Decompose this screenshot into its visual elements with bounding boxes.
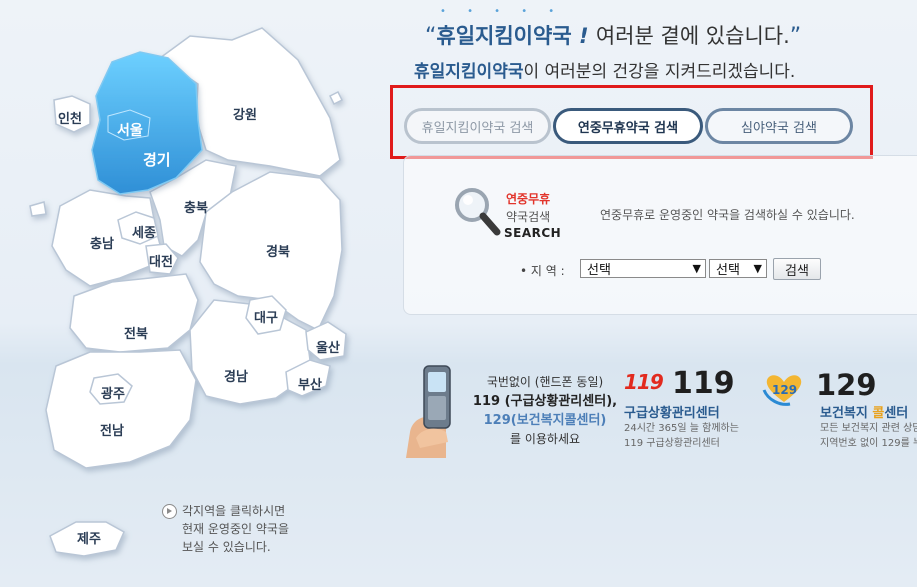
slogan-text: 여러분 곁에 있습니다. <box>595 24 790 48</box>
region-field-label: • 지 역 : <box>520 264 565 278</box>
chevron-down-icon: ▼ <box>692 262 701 275</box>
desc-129-line-1: 모든 보건복지 관련 상담 <box>820 423 917 434</box>
region-label-jeonbuk[interactable]: 전북 <box>124 323 148 342</box>
phone-in-hand-icon <box>406 365 451 458</box>
decorative-dots: • • • • • <box>440 6 564 17</box>
region-label-jeju[interactable]: 제주 <box>77 528 101 547</box>
title-129-part-b: 콜 <box>872 406 885 421</box>
region-label-seoul[interactable]: 서울 <box>117 120 143 140</box>
map-note-line-3: 보실 수 있습니다. <box>182 540 271 554</box>
logo-129-icon: 129 <box>762 375 802 406</box>
region-label-gwangju[interactable]: 광주 <box>101 383 125 402</box>
guide-line-3: 129(보건복지콜센터) <box>483 413 607 428</box>
slogan-sub: 휴일지킴이약국이 여러분의 건강을 지켜드리겠습니다. <box>414 57 795 82</box>
search-description: 연중무휴로 운영중인 약국을 검색하실 수 있습니다. <box>600 208 855 222</box>
guide-line-2: 119 (구급상황관리센터), <box>472 394 618 409</box>
guide-line-4: 를 이용하세요 <box>509 432 581 446</box>
region-label-chungbuk[interactable]: 충북 <box>184 197 208 216</box>
slogan-brand: 휴일지킴이약국 <box>436 24 572 48</box>
region-label-jeonnam[interactable]: 전남 <box>100 420 124 439</box>
region-label-daegu[interactable]: 대구 <box>254 307 278 326</box>
title-119: 구급상황관리센터 <box>624 406 720 421</box>
region-label-gangwon[interactable]: 강원 <box>233 104 257 123</box>
title-129-part-c: 센터 <box>884 406 909 421</box>
map-svg <box>29 27 347 557</box>
region-label-sejong[interactable]: 세종 <box>132 222 156 241</box>
search-title-en: SEARCH <box>504 226 562 240</box>
region-label-chungnam[interactable]: 충남 <box>90 233 114 252</box>
region-label-gyeongbuk[interactable]: 경북 <box>266 241 290 260</box>
desc-119-line-2: 119 구급상황관리센터 <box>624 438 720 449</box>
region-label-gyeonggi[interactable]: 경기 <box>143 149 171 170</box>
title-129-part-a: 보건복지 <box>820 406 873 421</box>
magnifier-icon <box>455 188 501 236</box>
korea-region-map: 인천 서울 경기 강원 충북 충남 세종 대전 경북 대구 전북 울산 경남 부… <box>0 0 390 587</box>
district-select[interactable]: 선택 ▼ <box>709 259 767 278</box>
slogan-exclaim: ! <box>571 24 596 48</box>
region-label-busan[interactable]: 부산 <box>298 374 322 393</box>
region-label-gyeongnam[interactable]: 경남 <box>224 366 248 385</box>
desc-119-line-1: 24시간 365일 늘 함께하는 <box>624 423 739 434</box>
desc-129-line-2: 지역번호 없이 129를 누 <box>820 438 917 449</box>
emergency-number-guide: 국번없이 (핸드폰 동일) 119 (구급상황관리센터), 129(보건복지콜센… <box>470 373 620 449</box>
number-129: 129 <box>816 368 877 402</box>
region-label-ulsan[interactable]: 울산 <box>316 337 340 356</box>
region-label-daejeon[interactable]: 대전 <box>149 251 173 270</box>
guide-line-1: 국번없이 (핸드폰 동일) <box>486 375 604 389</box>
play-circle-icon <box>162 504 177 519</box>
slogan-sub-text: 이 여러분의 건강을 지켜드리겠습니다. <box>523 62 796 82</box>
close-quote: ” <box>789 24 802 49</box>
region-jeonnam <box>45 349 197 469</box>
map-note-line-1: 각지역을 클릭하시면 <box>182 504 286 518</box>
svg-text:129: 129 <box>772 383 797 397</box>
number-119: 119 <box>672 366 735 401</box>
search-button[interactable]: 검색 <box>773 258 821 280</box>
highlight-box <box>390 85 873 159</box>
description-129: 모든 보건복지 관련 상담 지역번호 없이 129를 누 <box>820 421 917 451</box>
province-select-value: 선택 <box>587 263 611 278</box>
map-instruction-note: 각지역을 클릭하시면 현재 운영중인 약국을 보실 수 있습니다. <box>162 502 289 556</box>
chevron-down-icon: ▼ <box>753 262 762 275</box>
district-select-value: 선택 <box>716 263 740 278</box>
search-title-sub: 약국검색 <box>506 210 551 224</box>
open-quote: “ <box>425 24 437 49</box>
slogan-main: “휴일지킴이약국 ! 여러분 곁에 있습니다.” <box>425 20 801 50</box>
search-title-red: 연중무휴 <box>506 192 551 206</box>
province-select[interactable]: 선택 ▼ <box>580 259 706 278</box>
description-119: 24시간 365일 늘 함께하는 119 구급상황관리센터 <box>624 421 739 451</box>
title-129: 보건복지 콜센터 <box>820 402 908 421</box>
logo-119-icon: 119 <box>624 370 664 394</box>
map-note-line-2: 현재 운영중인 약국을 <box>182 522 289 536</box>
slogan-sub-brand: 휴일지킴이약국 <box>414 62 524 82</box>
region-label-incheon[interactable]: 인천 <box>58 108 82 127</box>
